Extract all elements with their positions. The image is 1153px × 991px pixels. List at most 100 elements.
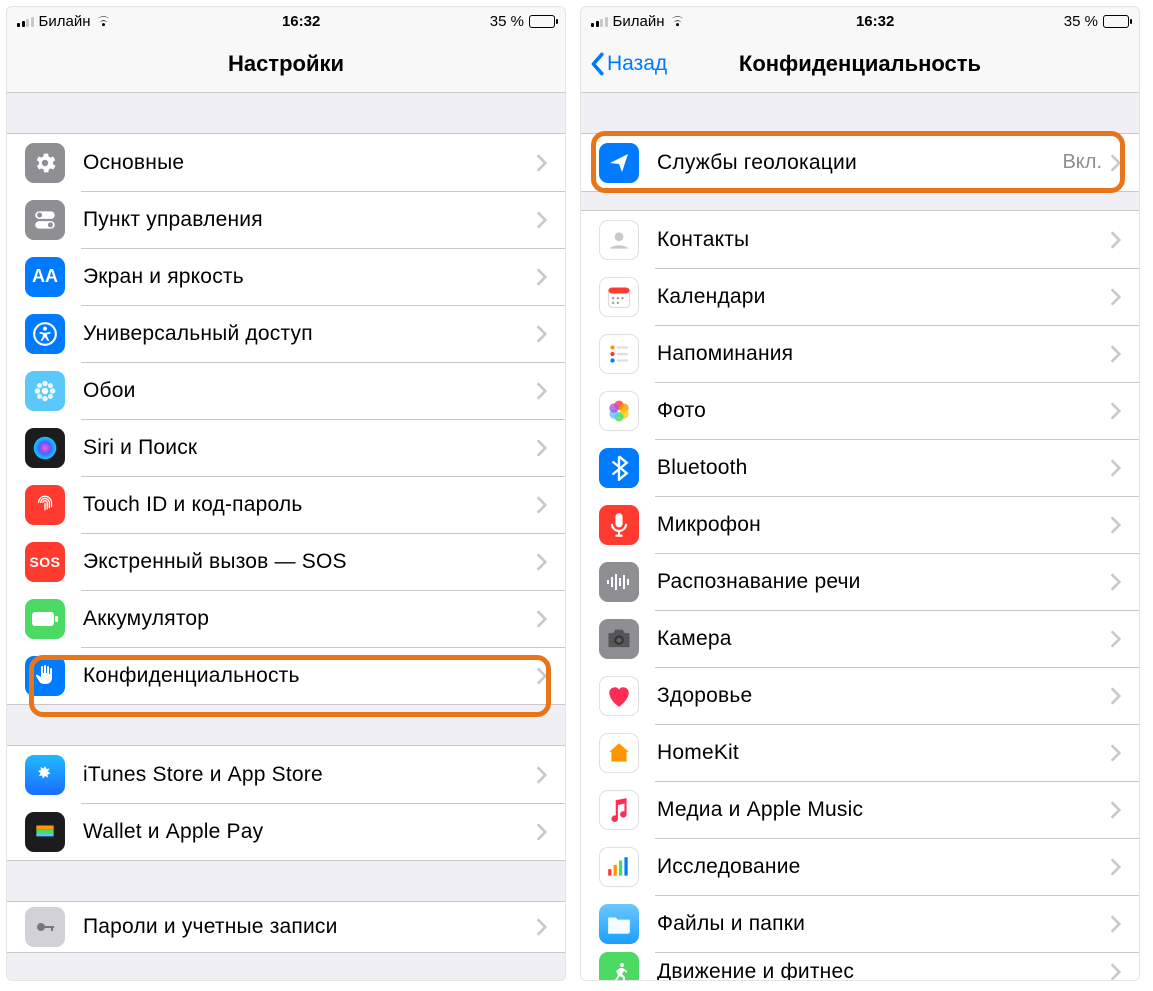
battery-text: 35 % xyxy=(1064,13,1098,30)
row-siri[interactable]: Siri и Поиск xyxy=(7,419,565,476)
music-note-icon xyxy=(599,790,639,830)
row-speech[interactable]: Распознавание речи xyxy=(581,553,1139,610)
page-title: Конфиденциальность xyxy=(739,51,981,77)
row-display[interactable]: AA Экран и яркость xyxy=(7,248,565,305)
row-passwords[interactable]: Пароли и учетные записи xyxy=(7,902,565,952)
chevron-right-icon xyxy=(1110,801,1121,819)
row-label: Конфиденциальность xyxy=(83,664,536,688)
row-contacts[interactable]: Контакты xyxy=(581,211,1139,268)
camera-icon xyxy=(599,619,639,659)
chevron-right-icon xyxy=(1110,154,1121,172)
chevron-right-icon xyxy=(536,823,547,841)
row-battery[interactable]: Аккумулятор xyxy=(7,590,565,647)
chevron-right-icon xyxy=(536,496,547,514)
chevron-right-icon xyxy=(1110,288,1121,306)
row-sos[interactable]: SOS Экстренный вызов — SOS xyxy=(7,533,565,590)
row-control-center[interactable]: Пункт управления xyxy=(7,191,565,248)
chevron-right-icon xyxy=(536,918,547,936)
row-photos[interactable]: Фото xyxy=(581,382,1139,439)
back-button[interactable]: Назад xyxy=(589,35,667,92)
row-label: Распознавание речи xyxy=(657,570,1110,594)
row-reminders[interactable]: Напоминания xyxy=(581,325,1139,382)
contacts-icon xyxy=(599,220,639,260)
row-camera[interactable]: Камера xyxy=(581,610,1139,667)
chevron-right-icon xyxy=(1110,744,1121,762)
battery-icon xyxy=(1103,15,1129,28)
row-label: Экстренный вызов — SOS xyxy=(83,550,536,574)
row-general[interactable]: Основные xyxy=(7,134,565,191)
row-wallet[interactable]: Wallet и Apple Pay xyxy=(7,803,565,860)
row-label: Движение и фитнес xyxy=(657,960,1110,980)
row-location-services[interactable]: Службы геолокации Вкл. xyxy=(581,134,1139,191)
home-icon xyxy=(599,733,639,773)
chevron-right-icon xyxy=(1110,459,1121,477)
row-label: Напоминания xyxy=(657,342,1110,366)
settings-group-accounts: Пароли и учетные записи xyxy=(7,901,565,953)
back-label: Назад xyxy=(607,52,667,76)
row-touchid[interactable]: Touch ID и код-пароль xyxy=(7,476,565,533)
chevron-right-icon xyxy=(536,610,547,628)
folder-icon xyxy=(599,904,639,944)
reminders-icon xyxy=(599,334,639,374)
settings-group-stores: iTunes Store и App Store Wallet и Apple … xyxy=(7,745,565,861)
bars-icon xyxy=(599,847,639,887)
chevron-right-icon xyxy=(536,667,547,685)
navbar: Назад Конфиденциальность xyxy=(581,35,1139,93)
location-arrow-icon xyxy=(599,143,639,183)
chevron-right-icon xyxy=(1110,402,1121,420)
row-motion[interactable]: Движение и фитнес xyxy=(581,952,1139,980)
flower-icon xyxy=(25,371,65,411)
chevron-right-icon xyxy=(536,211,547,229)
wifi-icon xyxy=(95,15,112,28)
row-wallpaper[interactable]: Обои xyxy=(7,362,565,419)
siri-icon xyxy=(25,428,65,468)
row-media[interactable]: Медиа и Apple Music xyxy=(581,781,1139,838)
navbar: Настройки xyxy=(7,35,565,93)
status-bar: Билайн 16:32 35 % xyxy=(581,7,1139,35)
wallet-icon xyxy=(25,812,65,852)
fingerprint-icon xyxy=(25,485,65,525)
appstore-icon xyxy=(25,755,65,795)
microphone-icon xyxy=(599,505,639,545)
row-homekit[interactable]: HomeKit xyxy=(581,724,1139,781)
row-label: Touch ID и код-пароль xyxy=(83,493,536,517)
row-microphone[interactable]: Микрофон xyxy=(581,496,1139,553)
row-label: Исследование xyxy=(657,855,1110,879)
row-label: Экран и яркость xyxy=(83,265,536,289)
row-label: HomeKit xyxy=(657,741,1110,765)
row-privacy[interactable]: Конфиденциальность xyxy=(7,647,565,704)
carrier-label: Билайн xyxy=(613,13,665,30)
row-research[interactable]: Исследование xyxy=(581,838,1139,895)
row-label: Фото xyxy=(657,399,1110,423)
chevron-right-icon xyxy=(1110,573,1121,591)
row-label: Siri и Поиск xyxy=(83,436,536,460)
row-label: Контакты xyxy=(657,228,1110,252)
chevron-right-icon xyxy=(536,154,547,172)
carrier-label: Билайн xyxy=(39,13,91,30)
status-bar: Билайн 16:32 35 % xyxy=(7,7,565,35)
row-label: Службы геолокации xyxy=(657,151,1062,175)
battery-text: 35 % xyxy=(490,13,524,30)
chevron-right-icon xyxy=(1110,915,1121,933)
page-title: Настройки xyxy=(228,51,344,77)
chevron-right-icon xyxy=(536,325,547,343)
row-label: Календари xyxy=(657,285,1110,309)
row-calendars[interactable]: Календари xyxy=(581,268,1139,325)
photos-icon xyxy=(599,391,639,431)
row-label: Здоровье xyxy=(657,684,1110,708)
time-label: 16:32 xyxy=(282,13,320,30)
chevron-right-icon xyxy=(1110,858,1121,876)
settings-group-main: Основные Пункт управления AA Экран и ярк… xyxy=(7,133,565,705)
phone-settings-screen: Билайн 16:32 35 % Настройки Основные Пун… xyxy=(6,6,566,981)
row-accessibility[interactable]: Универсальный доступ xyxy=(7,305,565,362)
row-bluetooth[interactable]: Bluetooth xyxy=(581,439,1139,496)
row-itunes[interactable]: iTunes Store и App Store xyxy=(7,746,565,803)
row-files[interactable]: Файлы и папки xyxy=(581,895,1139,952)
chevron-right-icon xyxy=(1110,963,1121,980)
chevron-right-icon xyxy=(1110,231,1121,249)
battery-icon xyxy=(529,15,555,28)
accessibility-icon xyxy=(25,314,65,354)
row-health[interactable]: Здоровье xyxy=(581,667,1139,724)
privacy-group-location: Службы геолокации Вкл. xyxy=(581,133,1139,192)
row-label: Камера xyxy=(657,627,1110,651)
